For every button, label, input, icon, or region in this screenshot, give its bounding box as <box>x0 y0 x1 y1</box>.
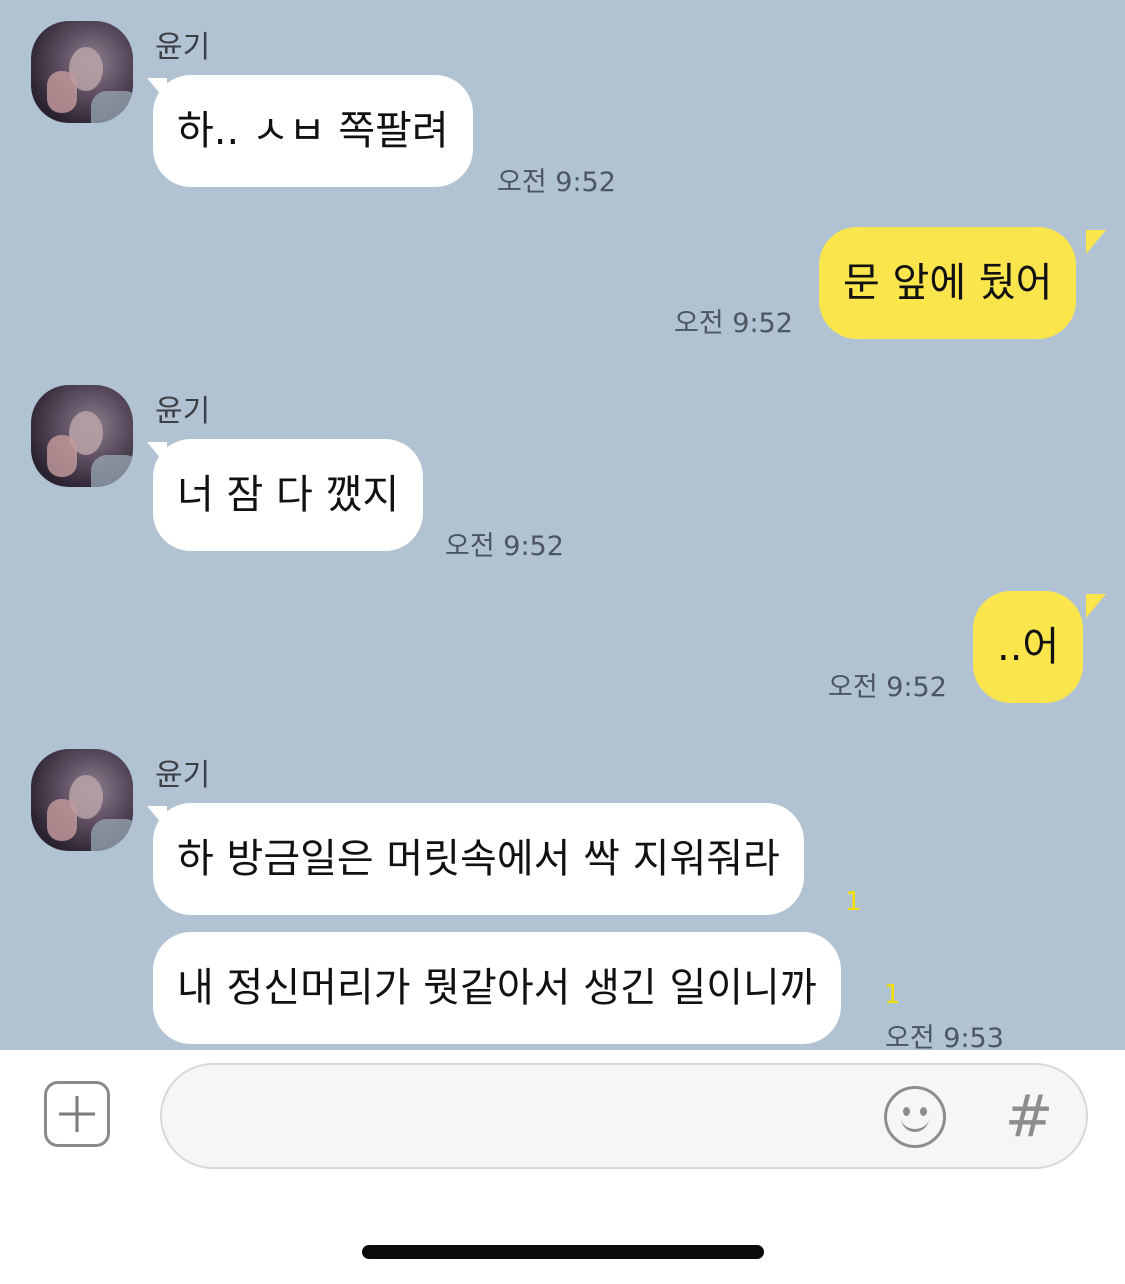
hash-button[interactable]: # <box>1002 1084 1056 1148</box>
message-time: 오전 9:53 <box>885 1023 1004 1050</box>
message-bubble-incoming[interactable]: 하.. ㅅㅂ 쪽팔려 <box>153 75 473 187</box>
smiley-icon[interactable] <box>884 1086 946 1148</box>
bubble-tail <box>1086 594 1106 618</box>
home-indicator[interactable] <box>362 1245 764 1259</box>
message-bubble-incoming[interactable]: 하 방금일은 머릿속에서 싹 지워줘라 <box>153 803 804 915</box>
sender-avatar[interactable] <box>31 385 133 487</box>
unread-count: 1 <box>845 887 862 917</box>
sender-name: 윤기 <box>155 30 211 65</box>
message-time: 오전 9:52 <box>828 672 947 703</box>
sender-name: 윤기 <box>155 394 211 429</box>
unread-count: 1 <box>884 980 901 1010</box>
sender-avatar[interactable] <box>31 21 133 123</box>
message-time: 오전 9:52 <box>497 167 616 198</box>
message-time: 오전 9:52 <box>445 531 564 562</box>
message-bubble-outgoing[interactable]: ..어 <box>973 591 1084 703</box>
sender-avatar[interactable] <box>31 749 133 851</box>
sender-name: 윤기 <box>155 758 211 793</box>
message-bubble-incoming[interactable]: 너 잠 다 깼지 <box>153 439 424 551</box>
message-input[interactable] <box>160 1063 1088 1169</box>
message-bubble-outgoing[interactable]: 문 앞에 뒀어 <box>819 227 1077 339</box>
bubble-tail <box>1086 230 1106 254</box>
message-bubble-incoming[interactable]: 내 정신머리가 뭣같아서 생긴 일이니까 <box>153 932 841 1044</box>
chat-area[interactable]: 윤기 하.. ㅅㅂ 쪽팔려 오전 9:52 문 앞에 뒀어 오전 9:52 윤기… <box>0 0 1125 1050</box>
input-bar: # <box>0 1050 1125 1284</box>
message-time: 오전 9:52 <box>674 308 793 339</box>
plus-square-icon[interactable] <box>44 1081 110 1147</box>
